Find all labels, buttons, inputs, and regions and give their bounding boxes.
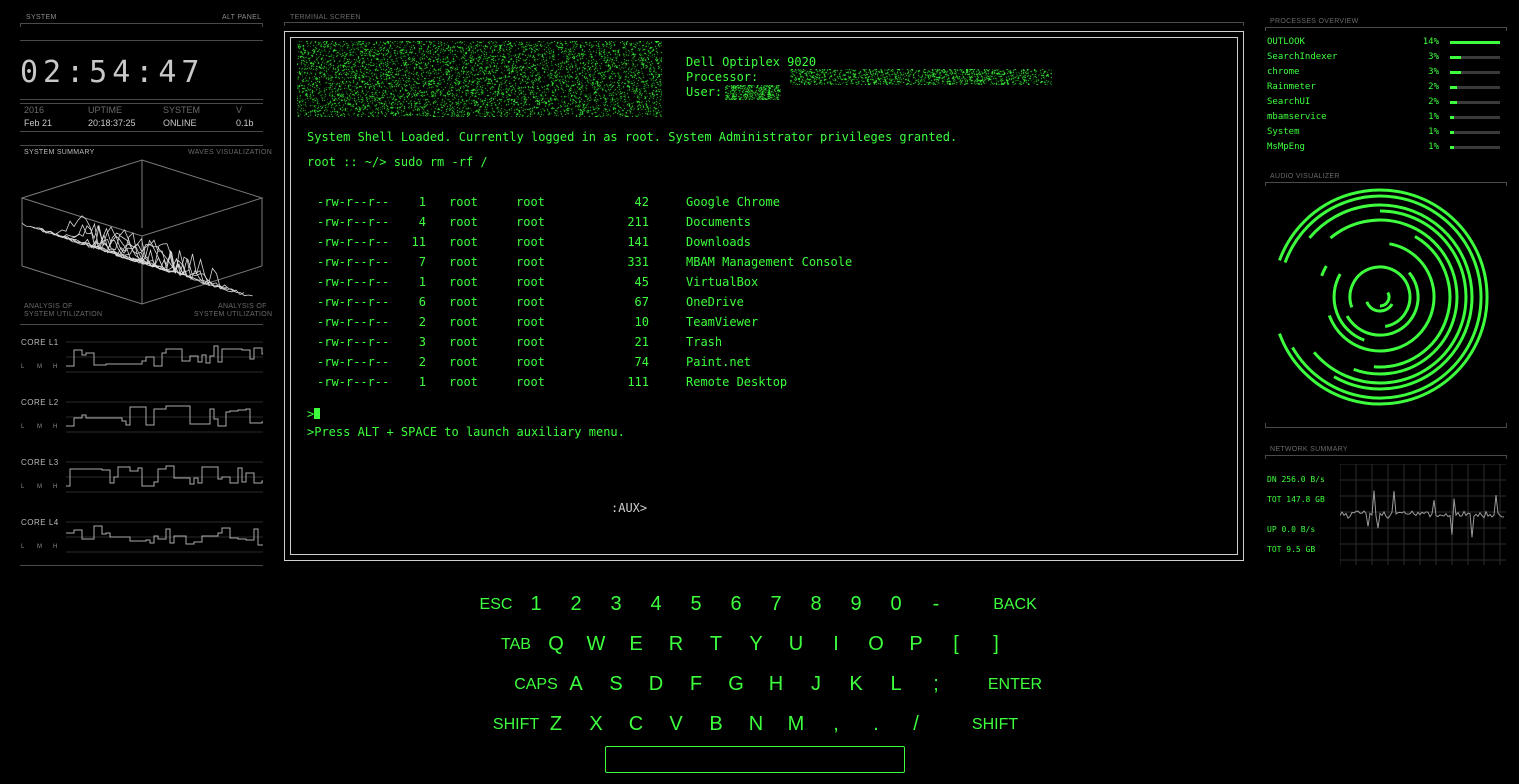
key-enter[interactable]: ENTER xyxy=(975,676,1055,694)
clock: 02:54:47 xyxy=(20,55,205,90)
network-header: NETWORK SUMMARY xyxy=(1270,446,1348,453)
core-l4-graph: CORE L4 L M H xyxy=(20,516,265,566)
stat-date-label: 2016 xyxy=(24,105,45,115)
process-row[interactable]: OUTLOOK 14% xyxy=(1267,37,1507,51)
stat-date-value: Feb 21 xyxy=(24,118,53,128)
machine-name: Dell Optiplex 9020 xyxy=(686,55,817,69)
core-label: CORE L4 xyxy=(21,518,59,527)
user-redacted xyxy=(725,85,781,100)
processor-label: Processor: xyxy=(686,70,759,84)
waves-visualization-label: WAVES VISUALIZATION xyxy=(188,149,273,156)
process-row[interactable]: mbamservice 1% xyxy=(1267,112,1507,126)
core-l1-graph: CORE L1 L M H xyxy=(20,336,265,386)
command-line: root :: ~/> sudo rm -rf / xyxy=(307,155,488,169)
system-header: SYSTEM xyxy=(26,14,57,21)
analysis-left-2: SYSTEM UTILIZATION xyxy=(24,311,103,318)
terminal-header: TERMINAL SCREEN xyxy=(290,14,361,21)
net-up-rate: UP 0.0 B/s xyxy=(1267,525,1316,534)
spacebar-key[interactable] xyxy=(605,746,905,773)
core-label: CORE L2 xyxy=(21,398,59,407)
input-prompt[interactable]: > xyxy=(307,407,321,421)
process-row[interactable]: SearchUI 2% xyxy=(1267,97,1507,111)
key-char[interactable]: / xyxy=(876,713,956,736)
process-row[interactable]: SearchIndexer 3% xyxy=(1267,52,1507,66)
key-char[interactable]: - xyxy=(896,593,976,616)
analysis-left-1: ANALYSIS OF xyxy=(24,303,73,310)
user-label: User: xyxy=(686,85,723,99)
key-char[interactable]: ; xyxy=(896,673,976,696)
stat-uptime-label: UPTIME xyxy=(88,105,123,115)
stat-system-value: ONLINE xyxy=(163,118,197,128)
stat-system-label: SYSTEM xyxy=(163,105,201,115)
alt-panel-header: ALT PANEL xyxy=(222,14,262,21)
audio-ring xyxy=(1320,265,1328,277)
net-up-total: TOT 9.5 GB xyxy=(1267,545,1316,554)
audio-ring xyxy=(1379,291,1391,308)
core-l3-graph: CORE L3 L M H xyxy=(20,456,265,506)
analysis-right-2: SYSTEM UTILIZATION xyxy=(194,311,273,318)
cursor xyxy=(314,408,321,419)
audio-ring xyxy=(1348,265,1412,328)
process-row[interactable]: Rainmeter 2% xyxy=(1267,82,1507,96)
processor-redacted xyxy=(790,69,1052,85)
ascii-logo xyxy=(297,41,662,117)
audio-visualizer xyxy=(1278,188,1489,406)
audio-header: AUDIO VISUALIZER xyxy=(1270,173,1340,180)
key-char[interactable]: ] xyxy=(956,633,1036,656)
key-back[interactable]: BACK xyxy=(975,596,1055,614)
process-row[interactable]: MsMpEng 1% xyxy=(1267,142,1507,156)
stat-version-label: V xyxy=(236,105,243,115)
network-graph xyxy=(1340,464,1506,565)
core-label: CORE L1 xyxy=(21,338,59,347)
core-l2-graph: CORE L2 L M H xyxy=(20,396,265,446)
process-row[interactable]: System 1% xyxy=(1267,127,1507,141)
stat-uptime-value: 20:18:37:25 xyxy=(88,118,136,128)
waves-visualization xyxy=(20,159,264,305)
net-down-rate: DN 256.0 B/s xyxy=(1267,475,1325,484)
stat-version-value: 0.1b xyxy=(236,118,254,128)
analysis-right-1: ANALYSIS OF xyxy=(218,303,267,310)
processes-header: PROCESSES OVERVIEW xyxy=(1270,18,1359,25)
shell-message: System Shell Loaded. Currently logged in… xyxy=(307,130,958,144)
system-summary-label: SYSTEM SUMMARY xyxy=(24,149,95,156)
aux-prompt[interactable]: :AUX> xyxy=(611,501,647,515)
process-row[interactable]: chrome 3% xyxy=(1267,67,1507,81)
net-down-total: TOT 147.8 GB xyxy=(1267,495,1325,504)
aux-hint: >Press ALT + SPACE to launch auxiliary m… xyxy=(307,425,625,439)
key-shift[interactable]: SHIFT xyxy=(955,716,1035,734)
core-label: CORE L3 xyxy=(21,458,59,467)
